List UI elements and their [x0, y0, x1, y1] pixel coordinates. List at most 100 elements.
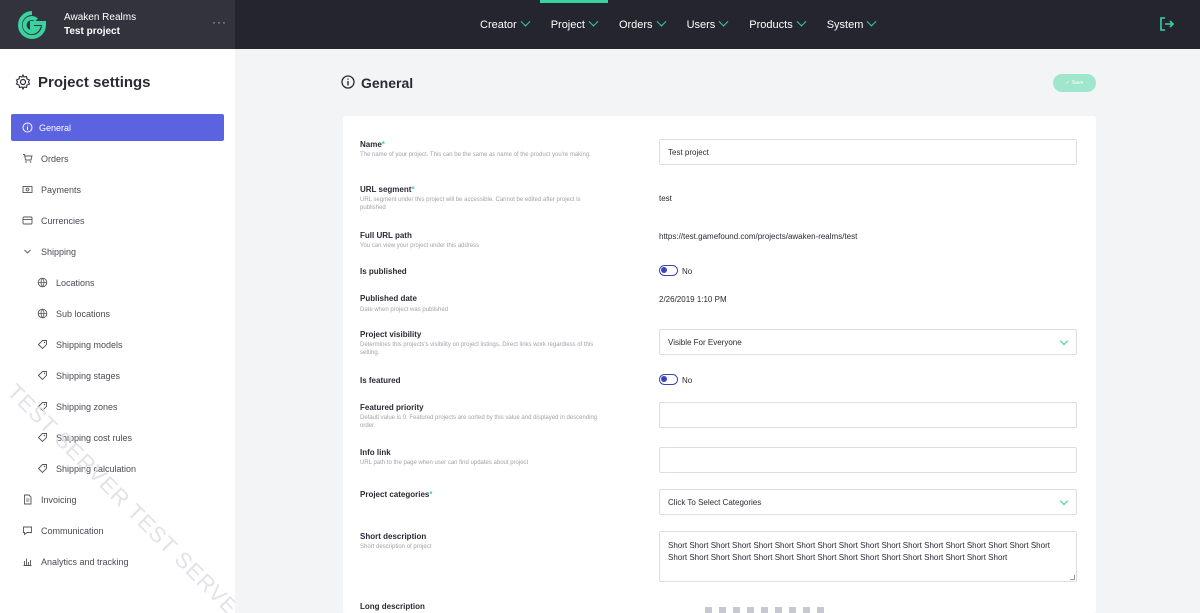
sidebar-item-label: Communication [41, 525, 104, 536]
featured-priority-input[interactable] [659, 402, 1077, 428]
resize-handle-icon[interactable] [1070, 575, 1075, 580]
editor-toolbar-icon[interactable] [803, 607, 810, 613]
is-featured-toggle[interactable] [659, 374, 678, 385]
sidebar-item-shipping-zones[interactable]: Shipping zones [26, 393, 224, 420]
sidebar-item-label: Shipping models [56, 339, 123, 350]
url-segment-value: test [659, 194, 672, 203]
sidebar-item-currencies[interactable]: Currencies [11, 207, 224, 234]
organization-name: Awaken Realms [64, 12, 137, 23]
sidebar-item-label: Sub locations [56, 308, 111, 319]
editor-toolbar-icon[interactable] [817, 607, 824, 613]
info-link-input[interactable] [659, 447, 1077, 473]
sidebar-item-label: Shipping cost rules [56, 432, 133, 443]
gamefound-logo-icon [18, 11, 46, 39]
sidebar-item-shipping-calculation[interactable]: Shipping calculation [26, 455, 224, 482]
cash-icon [22, 186, 33, 193]
chevron-down-icon [24, 249, 31, 254]
nav-label: Users [686, 18, 716, 31]
nav-label: System [826, 18, 864, 31]
sidebar-item-analytics[interactable]: Analytics and tracking [11, 548, 224, 575]
name-input[interactable] [659, 139, 1077, 165]
long-description-label: Long description [360, 602, 425, 611]
visibility-help: Determines this projects's visibility on… [360, 342, 594, 356]
globe-icon [37, 277, 48, 288]
page-title: General [361, 75, 414, 91]
sidebar-item-shipping-models[interactable]: Shipping models [26, 331, 224, 358]
chevron-down-icon [1059, 336, 1069, 346]
is-published-toggle[interactable] [659, 265, 678, 276]
full-url-label: Full URL path [360, 231, 412, 240]
info-link-label: Info link [360, 448, 391, 457]
categories-label: Project categories* [360, 490, 433, 499]
sidebar-item-shipping-cost-rules[interactable]: Shipping cost rules [26, 424, 224, 451]
sidebar-item-orders[interactable]: Orders [11, 145, 224, 172]
chat-icon [23, 526, 32, 536]
sidebar-item-general[interactable]: General [11, 114, 224, 141]
globe-icon [37, 308, 48, 319]
sidebar-item-label: Locations [56, 277, 95, 288]
sidebar-item-payments[interactable]: Payments [11, 176, 224, 203]
short-description-textarea[interactable]: Short Short Short Short Short Short Shor… [659, 531, 1077, 582]
save-button[interactable]: ✓ Save [1053, 74, 1096, 92]
required-mark: * [411, 185, 415, 194]
nav-label: Orders [618, 18, 653, 31]
published-date-help: Date when project was published [360, 307, 449, 313]
nav-users[interactable]: Users [676, 0, 739, 49]
tag-icon [37, 464, 47, 474]
is-featured-value: No [682, 376, 693, 385]
featured-priority-label: Featured priority [360, 403, 424, 412]
editor-toolbar-icon[interactable] [733, 607, 740, 613]
toggle-knob [661, 267, 667, 273]
general-settings-form: Name* The name of your project. This can… [343, 116, 1096, 613]
sidebar-item-label: Shipping zones [56, 401, 118, 412]
gear-icon [15, 74, 31, 90]
is-published-value: No [682, 267, 693, 276]
nav-creator[interactable]: Creator [469, 0, 540, 49]
chevron-down-icon [588, 16, 599, 27]
editor-toolbar-icon[interactable] [775, 607, 782, 613]
chevron-down-icon [520, 16, 531, 27]
short-description-label: Short description [360, 532, 427, 541]
editor-toolbar-icon[interactable] [705, 607, 712, 613]
required-mark: * [429, 490, 433, 499]
sidebar-item-shipping-stages[interactable]: Shipping stages [26, 362, 224, 389]
document-icon [24, 494, 32, 505]
sidebar-item-label: Shipping [41, 246, 77, 257]
editor-toolbar-icon[interactable] [719, 607, 726, 613]
full-url-link[interactable]: https://test.gamefound.com/projects/awak… [659, 232, 857, 241]
editor-toolbar-icon[interactable] [789, 607, 796, 613]
sidebar-item-invoicing[interactable]: Invoicing [11, 486, 224, 513]
nav-system[interactable]: System [816, 0, 887, 49]
editor-toolbar-icon[interactable] [761, 607, 768, 613]
nav-products[interactable]: Products [738, 0, 815, 49]
more-options-icon[interactable]: ··· [212, 15, 227, 29]
short-description-help: Short description of project [360, 544, 432, 550]
check-icon: ✓ [1065, 80, 1070, 86]
chevron-down-icon [718, 16, 729, 27]
sidebar-item-label: Orders [41, 153, 69, 164]
sidebar-item-label: Invoicing [41, 494, 77, 505]
url-segment-help: URL segment under this project will be a… [360, 197, 581, 211]
sidebar-item-shipping[interactable]: Shipping [11, 238, 224, 265]
currency-icon [22, 216, 33, 225]
categories-select[interactable]: Click To Select Categories [659, 489, 1077, 515]
sidebar-item-communication[interactable]: Communication [11, 517, 224, 544]
label-text: Project categories [360, 490, 430, 499]
featured-priority-help: Default value is 0. Featured projects ar… [360, 415, 598, 429]
project-switcher[interactable]: Awaken Realms Test project ··· [0, 0, 235, 49]
editor-toolbar-icon[interactable] [747, 607, 754, 613]
nav-project[interactable]: Project [539, 0, 609, 49]
save-label: Save [1071, 80, 1084, 86]
logout-icon[interactable] [1158, 15, 1176, 33]
sidebar-item-sub-locations[interactable]: Sub locations [26, 300, 224, 327]
nav-label: Products [749, 18, 793, 31]
tag-icon [37, 402, 47, 412]
sidebar-item-locations[interactable]: Locations [26, 269, 224, 296]
visibility-select[interactable]: Visible For Everyone [659, 329, 1077, 355]
is-published-label: Is published [360, 267, 407, 276]
nav-orders[interactable]: Orders [608, 0, 676, 49]
name-help: The name of your project. This can be th… [360, 152, 591, 158]
tag-icon [37, 433, 47, 443]
sidebar-item-label: Analytics and tracking [41, 556, 129, 567]
settings-sidebar: Project settings General Orders Payments… [0, 49, 235, 613]
